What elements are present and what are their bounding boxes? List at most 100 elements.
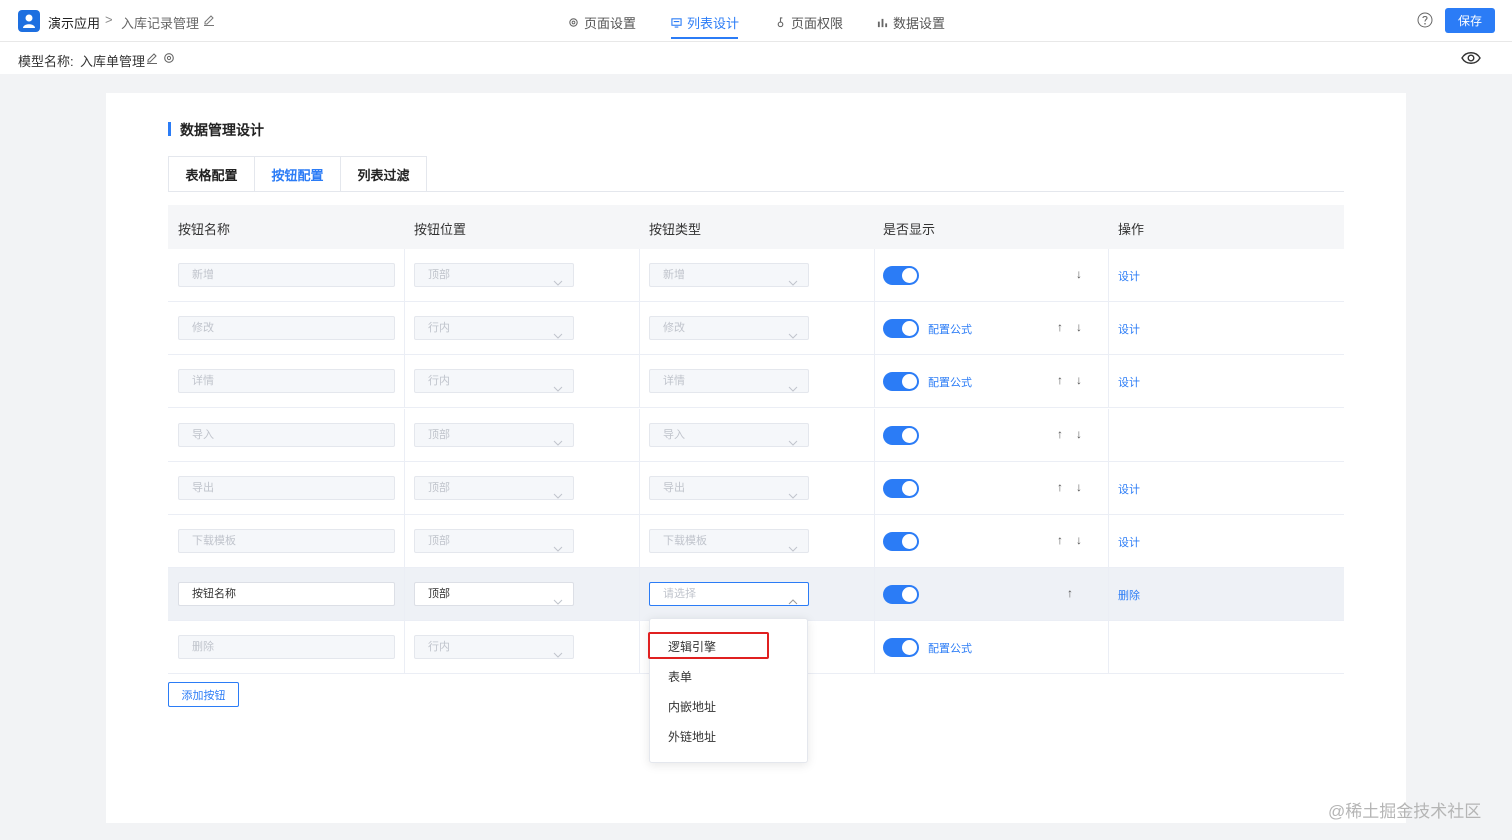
design-link[interactable]: 设计 [1118, 374, 1140, 390]
visibility-toggle[interactable] [883, 532, 919, 551]
move-down-icon[interactable]: ↓ [1076, 320, 1082, 334]
chevron-down-icon [553, 644, 563, 666]
button-type-select[interactable]: 新增 [649, 263, 809, 287]
cell-divider [404, 249, 405, 302]
move-down-icon[interactable]: ↓ [1076, 373, 1082, 387]
move-up-icon[interactable]: ↑ [1057, 320, 1063, 334]
button-type-select[interactable]: 详情 [649, 369, 809, 394]
visibility-toggle[interactable] [883, 638, 919, 658]
design-link[interactable]: 设计 [1118, 481, 1140, 497]
visibility-toggle[interactable] [883, 478, 919, 498]
button-name-input[interactable]: 修改 [178, 316, 395, 341]
cell-divider [1108, 408, 1109, 462]
model-name-label: 模型名称: [18, 54, 74, 69]
button-name-input[interactable]: 下载模板 [178, 529, 395, 553]
select-value: 顶部 [428, 269, 450, 281]
button-type-select[interactable]: 导出 [649, 475, 809, 500]
move-up-icon[interactable]: ↑ [1057, 373, 1063, 387]
chevron-down-icon [553, 538, 563, 560]
cell-divider [404, 461, 405, 515]
column-header: 操作 [1118, 222, 1145, 237]
table-row: 下载模板 顶部 下载模板 ↑ ↓ 设计 [168, 515, 1344, 568]
chevron-down-icon [553, 378, 563, 400]
button-name-input[interactable]: 删除 [178, 635, 395, 660]
model-bar: 模型名称: 入库单管理 [0, 42, 1512, 74]
visibility-toggle[interactable] [883, 266, 919, 285]
button-type-select[interactable]: 导入 [649, 422, 809, 447]
button-position-select[interactable]: 顶部 [414, 263, 574, 287]
select-value: 修改 [663, 322, 685, 335]
button-position-select[interactable]: 行内 [414, 316, 574, 341]
button-position-select[interactable]: 行内 [414, 635, 574, 660]
move-up-icon[interactable]: ↑ [1057, 533, 1063, 547]
dropdown-option-external-url[interactable]: 外链地址 [668, 728, 716, 745]
button-type-select[interactable]: 修改 [649, 316, 809, 341]
cell-divider [404, 408, 405, 462]
dropdown-option-form[interactable]: 表单 [668, 668, 692, 685]
button-type-select[interactable]: 请选择 [649, 582, 809, 607]
design-link[interactable]: 设计 [1118, 534, 1140, 550]
visibility-toggle[interactable] [883, 372, 919, 392]
gear-icon [569, 18, 578, 27]
configure-formula-link[interactable]: 配置公式 [928, 321, 972, 337]
tab-page-settings[interactable]: 页面设置 [568, 13, 636, 32]
subtab-list-filter[interactable]: 列表过滤 [340, 156, 427, 192]
cell-divider [404, 568, 405, 622]
button-position-select[interactable]: 顶部 [414, 529, 574, 553]
button-name-input[interactable]: 导入 [178, 422, 395, 447]
table-row: 修改 行内 修改 配置公式 ↑ ↓ 设计 [168, 302, 1344, 356]
table-header: 按钮名称 按钮位置 按钮类型 是否显示 操作 [168, 205, 1344, 249]
configure-formula-link[interactable]: 配置公式 [928, 374, 972, 390]
visibility-toggle[interactable] [883, 319, 919, 339]
chevron-down-icon [553, 325, 563, 347]
button-name-input[interactable]: 详情 [178, 369, 395, 394]
select-value: 顶部 [428, 535, 450, 547]
preview-eye-icon[interactable] [1461, 51, 1481, 68]
add-button[interactable]: 添加按钮 [168, 682, 239, 707]
subtab-table-config[interactable]: 表格配置 [168, 156, 255, 192]
button-position-select[interactable]: 行内 [414, 369, 574, 394]
edit-pencil-icon[interactable] [146, 52, 158, 67]
button-position-select[interactable]: 顶部 [414, 475, 574, 500]
visibility-toggle[interactable] [883, 425, 919, 445]
configure-formula-link[interactable]: 配置公式 [928, 640, 972, 656]
gear-icon[interactable] [163, 52, 175, 67]
subtab-button-config[interactable]: 按钮配置 [254, 156, 341, 192]
tab-page-permissions[interactable]: 页面权限 [775, 13, 843, 32]
chevron-down-icon [553, 485, 563, 507]
chevron-down-icon [788, 538, 798, 560]
visibility-toggle[interactable] [883, 585, 919, 605]
move-down-icon[interactable]: ↓ [1076, 267, 1082, 281]
move-up-icon[interactable]: ↑ [1057, 427, 1063, 441]
tab-label: 列表设计 [687, 16, 740, 31]
app-name[interactable]: 演示应用 [48, 13, 100, 32]
move-up-icon[interactable]: ↑ [1057, 480, 1063, 494]
breadcrumb-page-name: 入库记录管理 [121, 16, 200, 31]
move-down-icon[interactable]: ↓ [1076, 427, 1082, 441]
cell-divider [404, 621, 405, 675]
button-name-input[interactable]: 导出 [178, 475, 395, 500]
design-link[interactable]: 设计 [1118, 268, 1140, 284]
tab-list-design[interactable]: 列表设计 [671, 13, 739, 32]
button-position-select[interactable]: 顶部 [414, 422, 574, 447]
subtab-divider [168, 191, 1344, 192]
save-button[interactable]: 保存 [1445, 8, 1495, 33]
move-down-icon[interactable]: ↓ [1076, 480, 1082, 494]
dropdown-option-embedded-url[interactable]: 内嵌地址 [668, 698, 716, 715]
select-value: 新增 [663, 269, 685, 281]
edit-pencil-icon[interactable] [203, 14, 215, 29]
button-name-input[interactable]: 新增 [178, 263, 395, 287]
button-name-input[interactable]: 按钮名称 [178, 582, 395, 607]
app-logo-icon[interactable] [18, 10, 40, 32]
move-up-icon[interactable]: ↑ [1067, 586, 1073, 600]
button-position-select[interactable]: 顶部 [414, 582, 574, 607]
help-icon[interactable] [1417, 12, 1433, 31]
cell-divider [404, 515, 405, 568]
move-down-icon[interactable]: ↓ [1076, 533, 1082, 547]
breadcrumb-separator: > [105, 12, 113, 27]
chevron-up-icon [788, 591, 798, 613]
button-type-select[interactable]: 下载模板 [649, 529, 809, 553]
tab-data-settings[interactable]: 数据设置 [877, 13, 945, 32]
design-link[interactable]: 设计 [1118, 321, 1140, 337]
delete-link[interactable]: 删除 [1118, 587, 1140, 603]
